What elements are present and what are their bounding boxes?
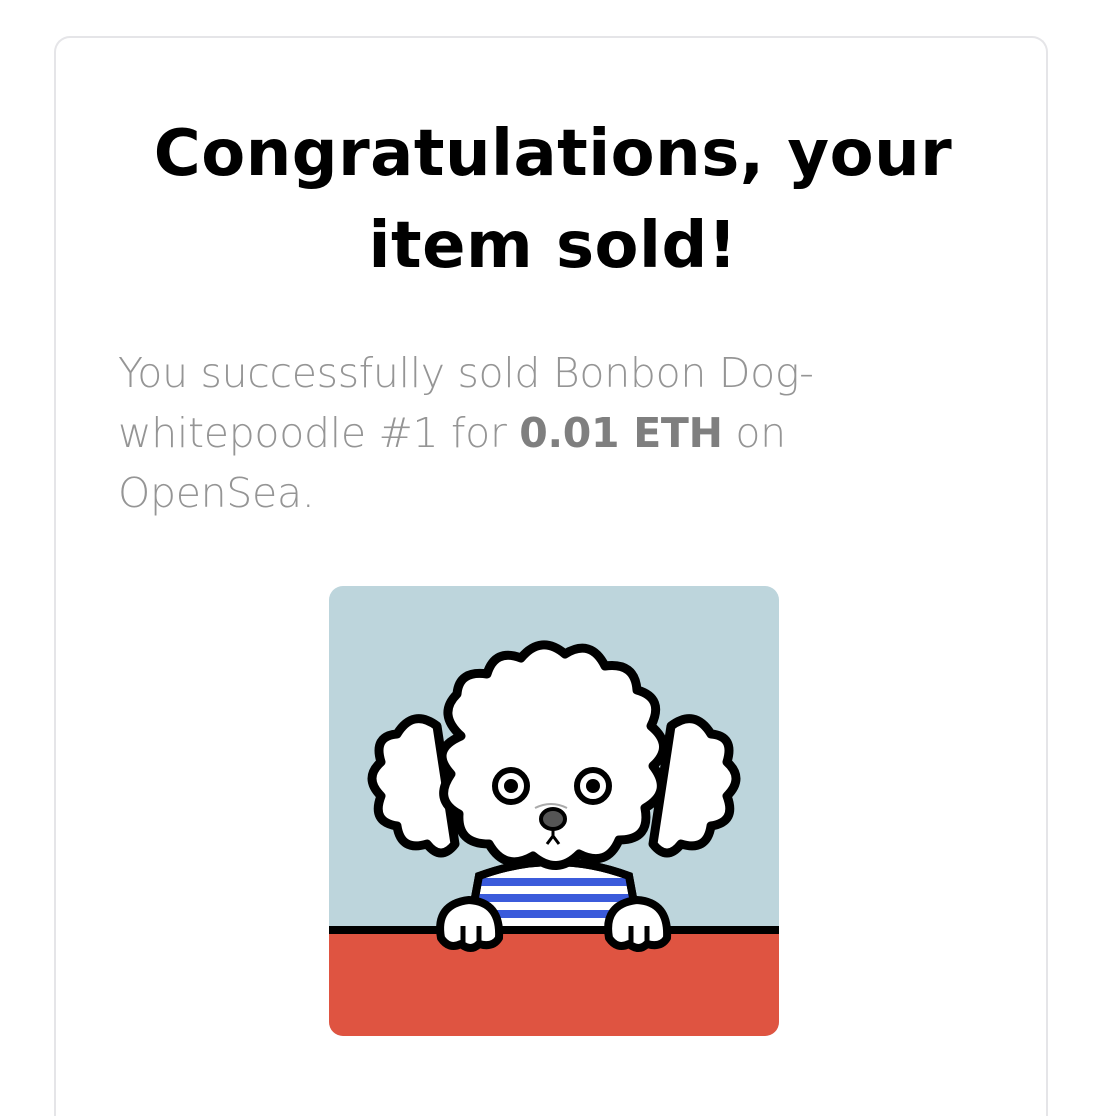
message-line-1: You successfully sold Bonbon Dog- — [118, 349, 814, 397]
sale-price: 0.01 ETH — [519, 409, 723, 457]
right-paw — [604, 896, 672, 952]
title-line-1: Congratulations, your — [153, 117, 953, 191]
white-poodle-icon — [329, 586, 779, 1036]
message-line-2-prefix: whitepoodle #1 for — [118, 409, 520, 457]
message-line-2-suffix: on — [722, 409, 786, 457]
sale-message: You successfully sold Bonbon Dog- whitep… — [118, 343, 968, 523]
page-title: Congratulations, your item sold! — [56, 108, 1050, 292]
nft-image — [329, 586, 779, 1036]
left-paw — [436, 896, 504, 952]
nft-table — [329, 930, 779, 1036]
message-line-3: OpenSea. — [118, 469, 315, 517]
sale-notification-card: Congratulations, your item sold! You suc… — [54, 36, 1048, 1116]
message-line-2: whitepoodle #1 for 0.01 ETH on — [118, 403, 968, 463]
title-line-2: item sold! — [368, 209, 738, 283]
